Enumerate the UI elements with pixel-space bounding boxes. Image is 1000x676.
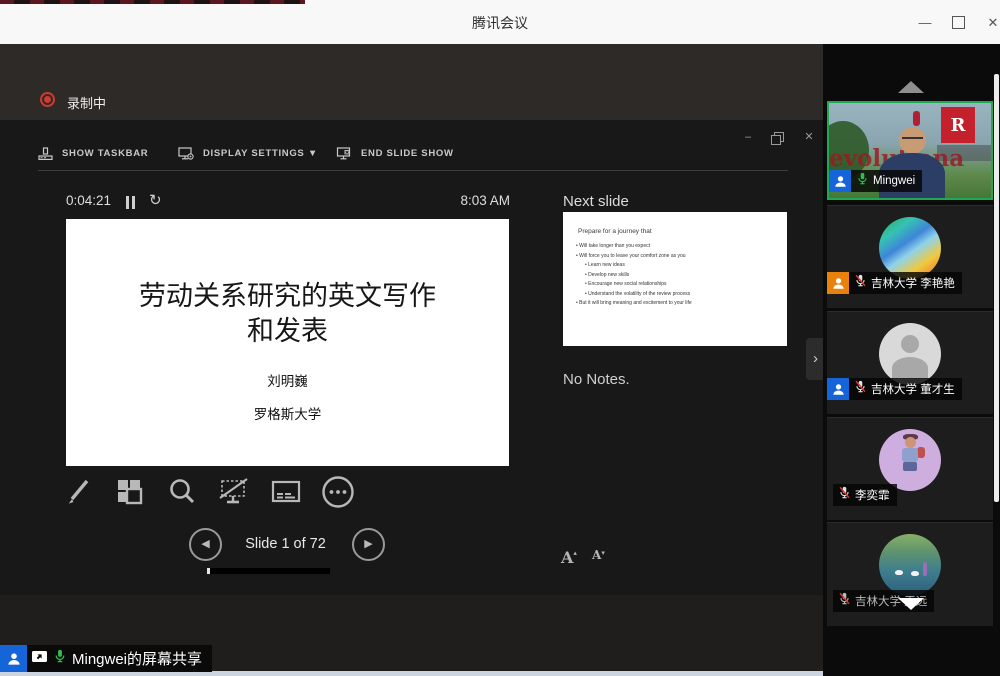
presenter-restore-button[interactable] [774, 132, 784, 142]
taskbar-icon [38, 146, 53, 161]
display-settings-icon [178, 146, 194, 161]
recording-label[interactable]: 录制中 [67, 93, 106, 112]
screen: 腾讯会议 — ✕ 录制中 – ✕ SHOW TASKBAR DISPLAY SE… [0, 0, 1000, 676]
show-taskbar-label: SHOW TASKBAR [62, 148, 148, 159]
avatar [879, 217, 941, 279]
person-badge-icon [827, 378, 849, 400]
next-slide-bullet: Encourage new social relationships [585, 280, 787, 290]
mic-muted-icon [854, 379, 867, 399]
captions-icon[interactable] [268, 474, 304, 510]
current-slide[interactable]: 劳动关系研究的英文写作 和发表 刘明巍 罗格斯大学 [66, 219, 509, 466]
background-window-edge [0, 0, 305, 4]
host-badge-icon [827, 272, 849, 294]
presenter-tools [60, 472, 356, 512]
notes-text: No Notes. [563, 371, 630, 388]
mic-muted-icon [838, 591, 851, 611]
pause-timer-button[interactable] [126, 196, 136, 209]
presenter-window: – ✕ SHOW TASKBAR DISPLAY SETTINGS ▼ END … [0, 120, 823, 595]
recording-icon [40, 92, 55, 107]
more-options-icon[interactable] [320, 474, 356, 510]
avatar [879, 429, 941, 491]
next-slide-title: Prepare for a journey that [578, 228, 787, 235]
display-settings-label: DISPLAY SETTINGS ▼ [203, 148, 318, 159]
avatar [879, 534, 941, 596]
mic-muted-icon [854, 273, 867, 293]
screen-sharer-badge-icon [829, 170, 851, 192]
participant-tile-mingwei[interactable]: R evolutiona Mingwei [827, 101, 993, 200]
avatar [879, 323, 941, 385]
scroll-up-icon[interactable] [898, 81, 924, 93]
next-slide-bullet: Will take longer than you expect [576, 242, 787, 252]
next-slide-bullet: Understand the volatility of the review … [585, 290, 787, 300]
scroll-down-icon[interactable] [898, 598, 924, 610]
participant-tile-wangyuan[interactable]: 吉林大学 王远 [827, 522, 993, 626]
next-slide-heading: Next slide [563, 193, 629, 210]
end-slideshow-icon [336, 146, 352, 161]
next-slide-bullet: Will force you to leave your comfort zon… [576, 252, 787, 262]
increase-font-button[interactable]: A▴ [561, 548, 577, 567]
minimize-button[interactable]: — [916, 14, 934, 32]
show-taskbar-button[interactable]: SHOW TASKBAR [38, 142, 148, 164]
mic-muted-icon [838, 485, 851, 505]
end-slideshow-button[interactable]: END SLIDE SHOW [336, 142, 454, 164]
slide-author: 刘明巍 [66, 370, 509, 390]
slide-navigation: ◀ Slide 1 of 72 ▶ [0, 528, 560, 564]
slide-title: 劳动关系研究的英文写作 和发表 [66, 279, 509, 349]
participant-tile-liyifei[interactable]: 李奕霏 [827, 417, 993, 520]
participant-name: 李奕霏 [855, 487, 890, 503]
presenter-minimize-button[interactable]: – [740, 130, 756, 144]
next-slide-thumbnail[interactable]: Prepare for a journey that Will take lon… [563, 212, 787, 346]
screen-share-status[interactable]: Mingwei的屏幕共享 [0, 645, 212, 672]
restart-timer-button[interactable]: ↻ [149, 191, 162, 209]
slide-affiliation: 罗格斯大学 [66, 403, 509, 423]
pen-icon[interactable] [60, 474, 96, 510]
black-screen-icon[interactable] [216, 474, 252, 510]
presenter-close-button[interactable]: ✕ [801, 130, 817, 144]
participant-name: Mingwei [873, 175, 915, 187]
next-slide-bullet: Develop new skills [585, 271, 787, 281]
screen-share-icon [31, 649, 48, 669]
participant-name: 吉林大学 李艳艳 [871, 275, 955, 291]
participant-tile-liyanyan[interactable]: 吉林大学 李艳艳 [827, 205, 993, 308]
elapsed-timer: 0:04:21 [66, 193, 111, 208]
close-button[interactable]: ✕ [984, 14, 1000, 32]
previous-slide-button[interactable]: ◀ [189, 528, 222, 561]
maximize-button[interactable] [952, 16, 965, 29]
mic-on-icon [53, 648, 67, 669]
next-slide-bullet: But it will bring meaning and excitement… [576, 299, 787, 309]
end-slideshow-label: END SLIDE SHOW [361, 148, 454, 159]
mic-on-icon [856, 171, 869, 191]
display-settings-button[interactable]: DISPLAY SETTINGS ▼ [178, 142, 318, 164]
current-time: 8:03 AM [360, 193, 510, 208]
slide-progress-bar [207, 568, 330, 574]
toolbar-divider [38, 170, 788, 171]
sharer-person-icon [0, 645, 27, 672]
participant-tile-dongcaisheng[interactable]: 吉林大学 董才生 [827, 311, 993, 414]
slide-counter: Slide 1 of 72 [228, 536, 343, 552]
see-all-slides-icon[interactable] [112, 474, 148, 510]
next-slide-button[interactable]: ▶ [352, 528, 385, 561]
share-label: Mingwei的屏幕共享 [72, 648, 202, 669]
window-title: 腾讯会议 [0, 13, 1000, 33]
zoom-slide-icon[interactable] [164, 474, 200, 510]
next-slide-bullet: Learn new ideas [585, 261, 787, 271]
participant-name: 吉林大学 董才生 [871, 381, 955, 397]
sidebar-scrollbar[interactable] [994, 74, 999, 502]
rutgers-logo: R [941, 107, 975, 143]
decrease-font-button[interactable]: A▾ [592, 548, 605, 562]
